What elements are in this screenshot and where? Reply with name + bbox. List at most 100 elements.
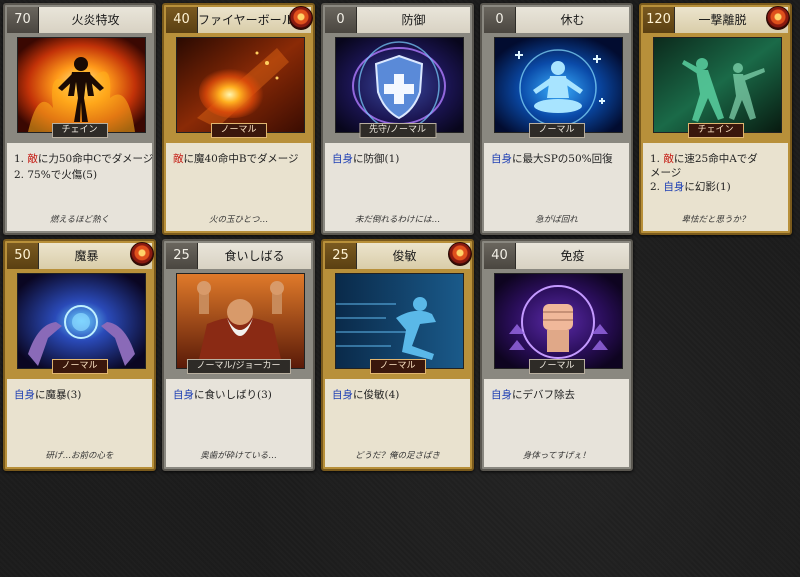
card-yasumu[interactable]: 0 休む ノーマル 自身に最大SPの50%回復 急がば回れ: [480, 3, 633, 235]
card-art-fire-figure: [17, 37, 146, 133]
card-kuishibaru[interactable]: 25 食いしばる ノーマル/ジョーカー 自身に食いしばり(3) 奥歯が砕けている…: [162, 239, 315, 471]
effect-text: に速25命中Aでダ: [673, 153, 758, 165]
keyword-enemy: 敵: [27, 153, 38, 165]
cost-badge: 50: [7, 243, 39, 269]
card-art-old-man: [176, 273, 305, 369]
card-header: 120 一撃離脱: [643, 6, 790, 33]
card-header: 40 免疫: [484, 243, 629, 269]
card-title: 食いしばる: [224, 249, 285, 263]
effect-line-2: 2. 自身に幻影(1): [650, 180, 784, 194]
card-description: 1. 敵に力50命中Cでダメージ 2. 75%で火傷(5) 燃えるほど熱く: [7, 143, 153, 231]
card-header: 25 食いしばる: [166, 243, 311, 269]
keyword-enemy: 敵: [173, 153, 184, 165]
effect-text: に防御(1): [353, 153, 400, 165]
card-header: 70 火炎特攻: [7, 7, 152, 33]
cost-badge: 25: [325, 243, 357, 269]
card-type-tag: チェイン: [687, 123, 744, 138]
effect-line-1: 1. 敵に速25命中Aでダメージ: [650, 152, 784, 180]
card-header: 50 魔暴: [7, 242, 154, 269]
card-header: 0 防御: [325, 7, 470, 33]
card-title: 俊敏: [392, 249, 417, 263]
keyword-enemy: 敵: [663, 153, 674, 165]
card-description: 自身にデバフ除去 身体ってすげぇ！: [484, 379, 629, 467]
effect-line-1: 自身に最大SPの50%回復: [491, 152, 625, 166]
card-header: 40 ファイヤーボール: [166, 6, 313, 33]
card-header: 25 俊敏: [325, 242, 472, 269]
effect-text: に力50命中Cでダメージ: [37, 153, 154, 165]
card-title: ファイヤーボール: [198, 13, 293, 27]
card-type-tag: ノーマル: [528, 123, 585, 138]
flavor-text: 燃えるほど熱く: [49, 215, 110, 225]
effect-line-1: 自身に俊敏(4): [332, 388, 466, 402]
keyword-self: 自身: [663, 181, 685, 193]
effect-line-1: 自身にデバフ除去: [491, 388, 625, 402]
card-fireball[interactable]: 40 ファイヤーボール ノーマル 敵に魔40命中Bでダメージ 火の玉ひとつ…: [162, 3, 315, 235]
cost-badge: 70: [7, 7, 39, 33]
keyword-self: 自身: [491, 153, 512, 165]
effect-text: に魔暴(3): [35, 389, 82, 401]
effect-text: にデバフ除去: [512, 389, 575, 401]
effect-line-1: 自身に魔暴(3): [14, 388, 148, 402]
effect-line-1: 1. 敵に力50命中Cでダメージ: [14, 152, 153, 166]
keyword-self: 自身: [173, 389, 194, 401]
cost-badge: 0: [484, 7, 516, 33]
effect-line-2: 2. 75%で火傷(5): [14, 168, 148, 182]
flavor-text: 火の玉ひとつ…: [209, 215, 268, 225]
card-title: 休む: [560, 13, 585, 27]
keyword-self: 自身: [491, 389, 512, 401]
card-mabou[interactable]: 50 魔暴 ノーマル 自身に魔暴(3) 研げ…お前の心を: [3, 239, 156, 471]
flavor-text: 奥歯が砕けている…: [200, 451, 277, 461]
card-kaen-tokkou[interactable]: 70 火炎特攻 チェイン 1. 敵に力50命中Cでダメージ 2. 75%で火傷(…: [3, 3, 156, 235]
effect-line-1: 自身に食いしばり(3): [173, 388, 307, 402]
card-type-tag: ノーマル: [210, 123, 267, 138]
fire-emblem-icon: [766, 6, 790, 30]
card-description: 自身に防御(1) 未だ倒れるわけには…: [325, 143, 470, 231]
card-description: 自身に魔暴(3) 研げ…お前の心を: [7, 379, 152, 467]
keyword-self: 自身: [14, 389, 35, 401]
flavor-text: 身体ってすげぇ！: [522, 451, 591, 461]
card-title: 防御: [401, 13, 426, 27]
card-meneki[interactable]: 40 免疫 ノーマル 自身にデバフ除去 身体ってすげぇ！: [480, 239, 633, 471]
card-description: 自身に最大SPの50%回復 急がば回れ: [484, 143, 629, 231]
flavor-text: 未だ倒れるわけには…: [354, 215, 440, 225]
card-art-meditation: [494, 37, 623, 133]
cost-badge: 0: [325, 7, 357, 33]
card-bougyo[interactable]: 0 防御 先守/ノーマル 自身に防御(1) 未だ倒れるわけには…: [321, 3, 474, 235]
card-art-phantom-strike: [653, 37, 782, 133]
card-description: 自身に俊敏(4) どうだ？俺の足さばき: [325, 379, 470, 467]
effect-text: に最大SPの50%回復: [512, 153, 613, 165]
card-description: 自身に食いしばり(3) 奥歯が砕けている…: [166, 379, 311, 467]
fire-emblem-icon: [448, 242, 472, 266]
effect-line-1: 敵に魔40命中Bでダメージ: [173, 152, 307, 166]
card-title: 一撃離脱: [698, 13, 747, 27]
card-type-tag: チェイン: [51, 123, 108, 138]
card-shunbin[interactable]: 25 俊敏 ノーマル 自身に俊敏(4) どうだ？俺の足さばき: [321, 239, 474, 471]
card-title: 魔暴: [74, 249, 99, 263]
effect-text: に俊敏(4): [353, 389, 400, 401]
flavor-text: 研げ…お前の心を: [45, 451, 114, 461]
effect-line-1: 自身に防御(1): [332, 152, 466, 166]
effect-text: に幻影(1): [684, 181, 731, 193]
cost-badge: 40: [484, 243, 516, 269]
card-art-fireball: [176, 37, 305, 133]
effect-prefix: 2.: [650, 181, 664, 193]
cost-badge: 120: [643, 7, 675, 33]
card-type-tag: ノーマル: [51, 359, 108, 374]
keyword-self: 自身: [332, 389, 353, 401]
card-art-magic-hands: [17, 273, 146, 369]
effect-prefix: 1.: [650, 153, 664, 165]
flavor-text: どうだ？俺の足さばき: [354, 451, 440, 461]
card-art-shield: [335, 37, 464, 133]
card-type-tag: 先守/ノーマル: [358, 123, 437, 138]
cost-badge: 25: [166, 243, 198, 269]
keyword-self: 自身: [332, 153, 353, 165]
card-ichigeki-ridatsu[interactable]: 120 一撃離脱 チェイン 1. 敵に速25命中Aでダ メージ 2. 自身に幻影…: [639, 3, 792, 235]
card-title: 火炎特攻: [71, 13, 120, 27]
flavor-text: 卑怯だと思うか？: [681, 215, 750, 225]
card-art-runner: [335, 273, 464, 369]
effect-text-continued: メージ: [650, 167, 682, 179]
card-type-tag: ノーマル: [369, 359, 426, 374]
cost-badge: 40: [166, 7, 198, 33]
fire-emblem-icon: [130, 242, 154, 266]
card-description: 1. 敵に速25命中Aでダメージ 2. 自身に幻影(1) 卑怯だと思うか？: [643, 143, 788, 231]
